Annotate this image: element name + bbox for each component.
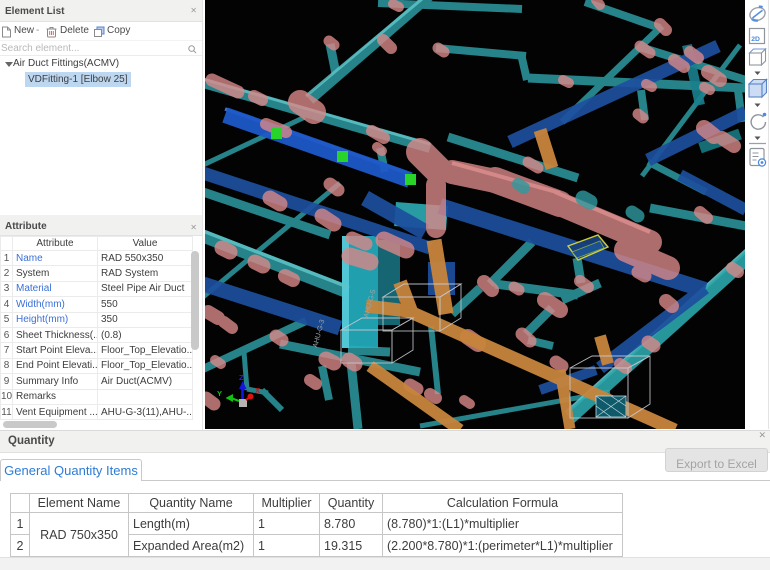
svg-text:Y: Y — [217, 389, 222, 398]
svg-text:2D: 2D — [751, 36, 760, 43]
svg-text:Z: Z — [239, 373, 244, 382]
svg-text:X: X — [255, 386, 260, 395]
